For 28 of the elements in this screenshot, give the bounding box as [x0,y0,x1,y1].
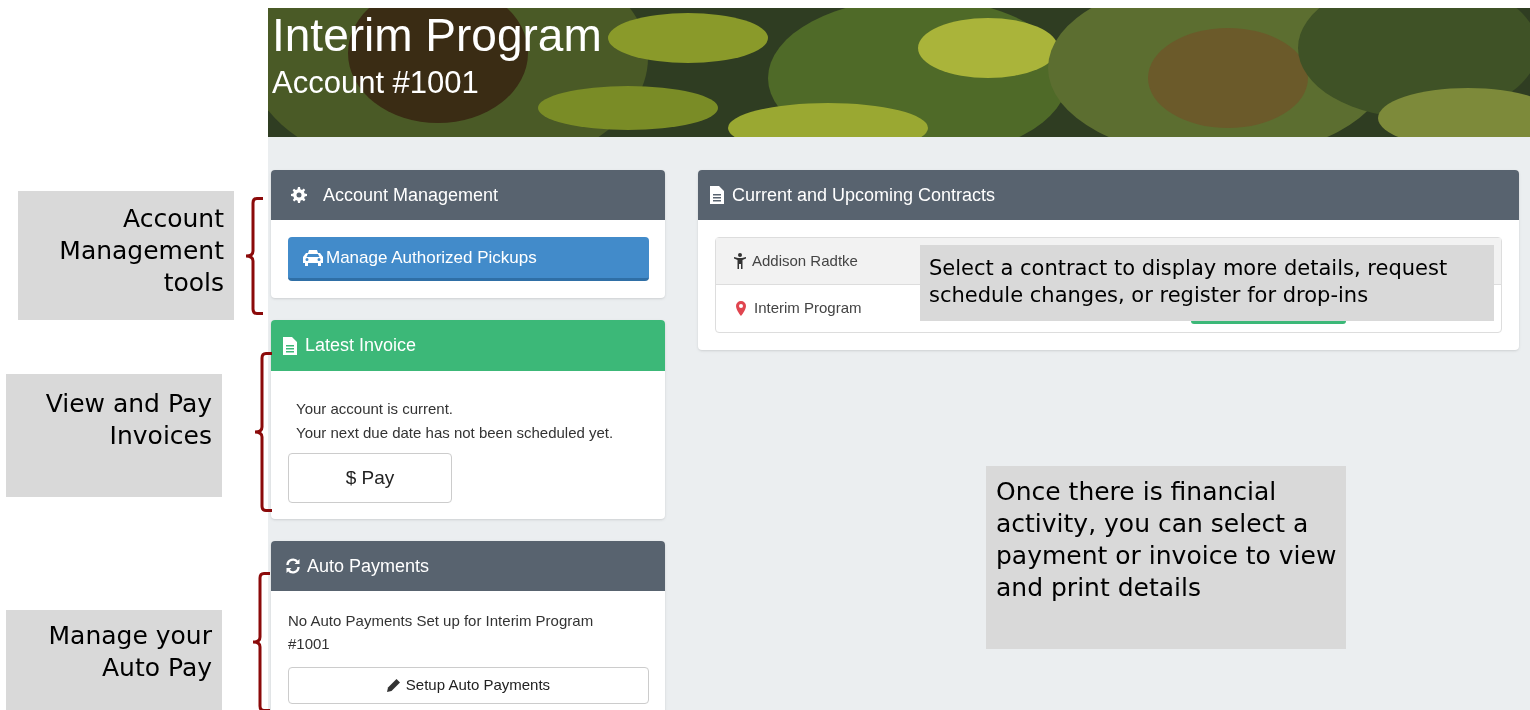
invoice-status-text: Your next due date has not been scheduled yet. [296,423,614,443]
child-name: Addison Radtke [752,250,858,271]
document-icon [710,186,724,204]
refresh-icon [285,558,301,574]
invoice-status-text: Your account is current. [296,399,454,419]
program-name: Interim Program [754,298,862,319]
location-pin-icon [736,301,746,316]
document-icon [283,336,297,355]
card-title: Latest Invoice [305,334,417,357]
page-title: Interim Program [272,8,602,62]
callout-note: Account Management tools [18,191,234,320]
card-title: Current and Upcoming Contracts [732,183,996,207]
manage-pickups-button[interactable]: Manage Authorized Pickups [288,237,649,281]
card-title: Account Management [323,183,499,207]
setup-auto-payments-button[interactable]: Setup Auto Payments [288,667,649,704]
car-icon [302,249,324,266]
action-button[interactable] [1191,321,1346,324]
callout-note: View and Pay Invoices [6,374,222,497]
callout-note: Once there is financial activity, you can select a payment or invoice to view and print details [986,466,1346,649]
pencil-icon [386,679,400,692]
person-icon [734,253,746,269]
auto-payments-message: No Auto Payments Set up for Interim Program #1001 [288,611,595,654]
callout-note: Manage your Auto Pay [6,610,222,710]
card-title: Auto Payments [307,554,430,578]
callout-note: Select a contract to display more details, request schedule changes, or register for drop-ins [920,245,1494,321]
account-number: Account #1001 [272,64,479,102]
gear-icon [291,187,307,203]
pay-button[interactable]: $ Pay [288,453,452,503]
